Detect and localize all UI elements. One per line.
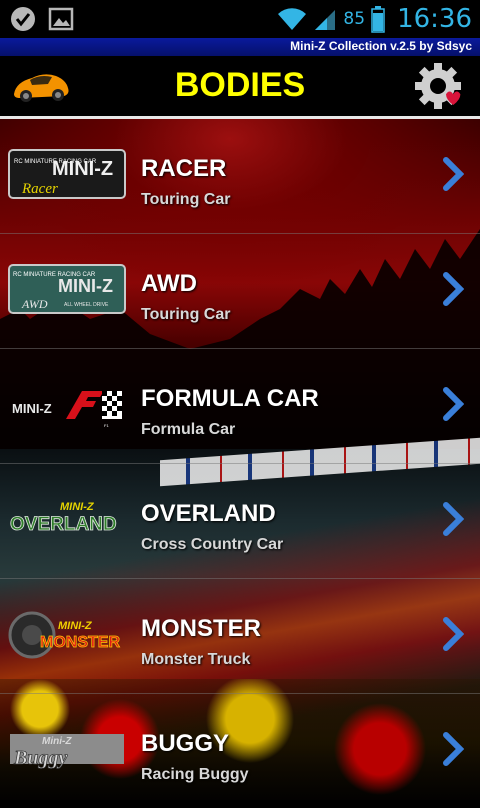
chevron-right-icon	[443, 272, 464, 306]
list-item-overland[interactable]: MINI-Z OVERLAND OVERLAND Cross Country C…	[0, 464, 480, 579]
list-item-monster[interactable]: MINI-Z MONSTER MONSTER Monster Truck	[0, 579, 480, 694]
logo-main-text: MINI-Z	[52, 158, 113, 180]
battery-percent: 85	[343, 9, 366, 29]
logo-main-text: MINI-Z	[58, 620, 93, 632]
logo-main-text: MINI-Z	[60, 501, 95, 513]
list-item-buggy[interactable]: Mini-Z Buggy BUGGY Racing Buggy	[0, 694, 480, 808]
chevron-right-icon	[443, 157, 464, 191]
image-icon	[48, 7, 74, 31]
item-title: FORMULA CAR	[141, 385, 319, 412]
item-subtitle: Touring Car	[141, 191, 231, 208]
page-title: BODIES	[174, 66, 306, 104]
version-banner: Mini-Z Collection v.2.5 by Sdsyc	[0, 38, 480, 56]
settings-gear-icon[interactable]	[414, 62, 468, 114]
version-label: Mini-Z Collection v.2.5 by Sdsyc	[290, 39, 472, 53]
item-subtitle: Touring Car	[141, 306, 231, 323]
list-item-racer[interactable]: RC MINIATURE RACING CAR MINI-Z Racer RAC…	[0, 119, 480, 234]
logo-main-text: Mini-Z	[42, 736, 72, 747]
logo-main-text: MINI-Z	[12, 401, 52, 416]
logo-tag-text: ALL WHEEL DRIVE	[64, 302, 109, 308]
list-item-awd[interactable]: RC MINIATURE RACING CAR MINI-Z AWD ALL W…	[0, 234, 480, 349]
logo-script-text: Racer	[21, 181, 58, 197]
chevron-right-icon	[443, 617, 464, 651]
logo-script-text: Buggy	[13, 747, 67, 769]
clock: 16:36	[397, 4, 472, 34]
item-subtitle: Cross Country Car	[141, 536, 284, 553]
battery-icon	[371, 6, 385, 33]
logo-mark-text: F1	[104, 423, 109, 428]
chevron-right-icon	[443, 502, 464, 536]
mini-z-monster-logo: MINI-Z MONSTER	[8, 611, 121, 659]
chevron-right-icon	[443, 387, 464, 421]
mini-z-overland-logo: MINI-Z OVERLAND	[10, 501, 117, 535]
item-title: AWD	[141, 270, 197, 297]
item-title: MONSTER	[141, 615, 261, 642]
bodies-list: RC MINIATURE RACING CAR MINI-Z Racer RAC…	[0, 119, 480, 808]
mini-z-buggy-logo: Mini-Z Buggy	[10, 734, 124, 769]
list-item-formula-car[interactable]: MINI-Z F1 FORMULA CAR Formula Car	[0, 349, 480, 464]
item-subtitle: Formula Car	[141, 421, 236, 438]
wifi-icon	[278, 8, 307, 30]
item-title: RACER	[141, 155, 227, 182]
mini-z-racer-logo: RC MINIATURE RACING CAR MINI-Z Racer	[8, 149, 126, 199]
item-title: BUGGY	[141, 730, 230, 757]
signal-icon	[315, 10, 336, 30]
logo-main-text: MINI-Z	[58, 276, 113, 296]
logo-script-text: MONSTER	[40, 634, 120, 651]
item-title: OVERLAND	[141, 500, 276, 527]
logo-script-text: AWD	[21, 297, 48, 311]
mini-z-awd-logo: RC MINIATURE RACING CAR MINI-Z AWD ALL W…	[8, 264, 126, 314]
check-icon	[11, 7, 35, 31]
item-subtitle: Racing Buggy	[141, 766, 249, 783]
header: BODIES	[0, 56, 480, 119]
item-subtitle: Monster Truck	[141, 651, 251, 668]
mini-z-formula-logo: MINI-Z F1	[12, 391, 122, 428]
status-bar: 85 16:36	[0, 0, 480, 38]
chevron-right-icon	[443, 732, 464, 766]
logo-script-text: OVERLAND	[10, 514, 117, 535]
